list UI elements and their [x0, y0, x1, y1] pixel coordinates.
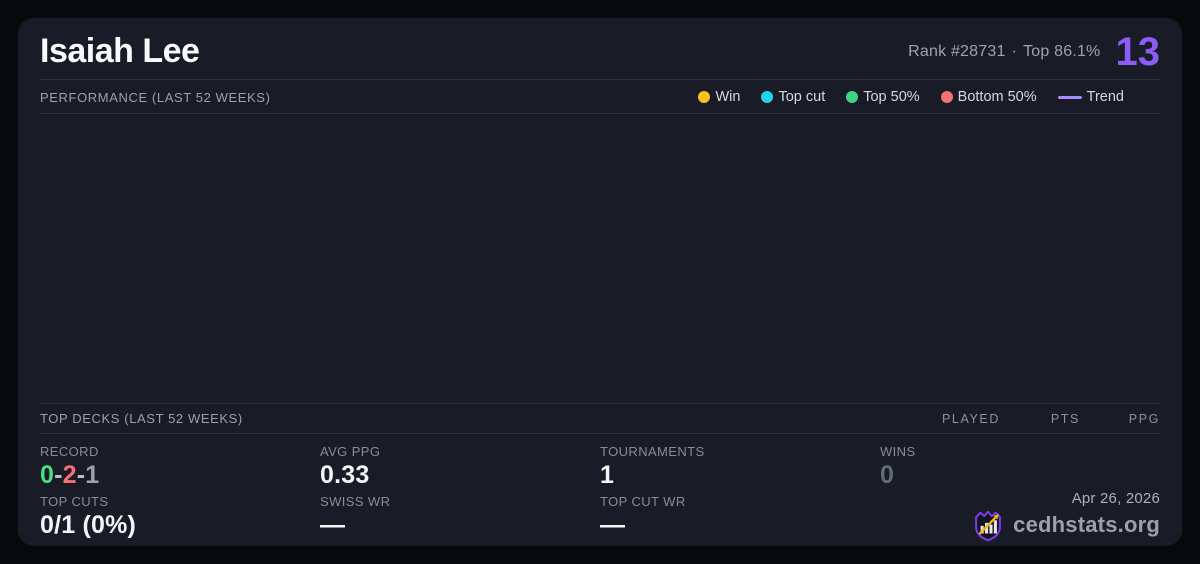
performance-section-title: PERFORMANCE (LAST 52 WEEKS): [40, 89, 271, 105]
stat-wins: WINS 0: [880, 440, 1160, 490]
record-losses: 2: [62, 461, 77, 489]
player-score: 13: [1115, 30, 1161, 75]
column-header-ppg: PPG: [1128, 411, 1160, 426]
top-decks-columns: PLAYED PTS PPG: [920, 412, 1160, 426]
stat-value-avg-ppg: 0.33: [320, 461, 370, 489]
footer-date: Apr 26, 2026: [1071, 489, 1160, 507]
legend-label: Top cut: [778, 89, 826, 106]
stat-value-top-cut-wr: —: [600, 510, 626, 539]
stat-value-tournaments: 1: [600, 461, 615, 489]
rank-line: Rank #28731 · Top 86.1%: [908, 43, 1100, 61]
stat-top-cuts: TOP CUTS 0/1 (0%): [40, 490, 320, 544]
record-separator: -: [76, 461, 86, 489]
stat-value-top-cuts: 0/1 (0%): [40, 510, 137, 539]
column-header-pts: PTS: [1050, 411, 1080, 426]
top-decks-section-title: TOP DECKS (LAST 52 WEEKS): [40, 411, 243, 426]
stat-swiss-wr: SWISS WR —: [320, 490, 600, 544]
top-percent-text: Top 86.1%: [1023, 43, 1101, 61]
win-dot-icon: [698, 91, 711, 104]
stat-label-tournaments: TOURNAMENTS: [600, 444, 705, 459]
legend-item-trend: Trend: [1057, 89, 1124, 106]
record-wins: 0: [40, 461, 55, 489]
column-header-played: PLAYED: [941, 411, 1000, 426]
header-rank-group: Rank #28731 · Top 86.1% 13: [908, 30, 1161, 75]
rank-separator: ·: [1011, 43, 1018, 61]
stat-label-avg-ppg: AVG PPG: [320, 444, 381, 459]
player-stats-card: Isaiah Lee Rank #28731 · Top 86.1% 13 PERF…: [18, 18, 1182, 546]
brand-link[interactable]: cedhstats.org: [971, 508, 1160, 542]
stat-label-wins: WINS: [880, 444, 916, 459]
trend-line-icon: [1057, 95, 1082, 99]
legend-label: Trend: [1086, 89, 1124, 106]
legend-label: Bottom 50%: [957, 89, 1037, 106]
legend-item-top-50: Top 50%: [846, 89, 920, 106]
legend-label: Win: [715, 89, 741, 106]
stats-grid: RECORD 0-2-1 AVG PPG 0.33 TOURNAMENTS 1 …: [40, 434, 1160, 546]
stat-value-record: 0-2-1: [40, 461, 320, 490]
cedhstats-logo-icon: [975, 510, 1002, 541]
record-draws: 1: [85, 461, 100, 489]
legend-item-win: Win: [698, 89, 740, 105]
card-header: Isaiah Lee Rank #28731 · Top 86.1% 13: [40, 18, 1161, 81]
legend-item-top-cut: Top cut: [761, 89, 825, 105]
stat-label-top-cut-wr: TOP CUT WR: [600, 493, 686, 509]
rank-text: Rank #28731: [908, 43, 1006, 61]
brand-name: cedhstats.org: [1013, 511, 1160, 537]
chart-legend: Win Top cut Top 50% Bottom 50% Trend: [698, 89, 1124, 105]
stat-record: RECORD 0-2-1: [40, 440, 320, 490]
stat-label-top-cuts: TOP CUTS: [40, 493, 109, 509]
stat-avg-ppg: AVG PPG 0.33: [320, 440, 600, 490]
player-name: Isaiah Lee: [40, 32, 200, 70]
card-footer: Apr 26, 2026 cedhstats.org: [880, 490, 1160, 544]
legend-label: Top 50%: [863, 89, 920, 106]
top-decks-header-row: TOP DECKS (LAST 52 WEEKS) PLAYED PTS PPG: [40, 403, 1160, 434]
record-separator: -: [54, 461, 63, 489]
legend-item-bottom-50: Bottom 50%: [940, 89, 1037, 106]
stat-value-wins: 0: [880, 461, 895, 489]
stat-label-swiss-wr: SWISS WR: [320, 493, 391, 509]
stat-label-record: RECORD: [40, 444, 99, 459]
stat-value-swiss-wr: —: [320, 510, 346, 539]
stat-top-cut-wr: TOP CUT WR —: [600, 490, 880, 544]
performance-chart-area: [40, 114, 1160, 403]
stat-tournaments: TOURNAMENTS 1: [600, 440, 880, 490]
bottom-50-dot-icon: [940, 91, 953, 104]
top-50-dot-icon: [846, 91, 859, 104]
top-cut-dot-icon: [761, 91, 774, 104]
performance-header-row: PERFORMANCE (LAST 52 WEEKS) Win Top cut …: [40, 80, 1160, 115]
